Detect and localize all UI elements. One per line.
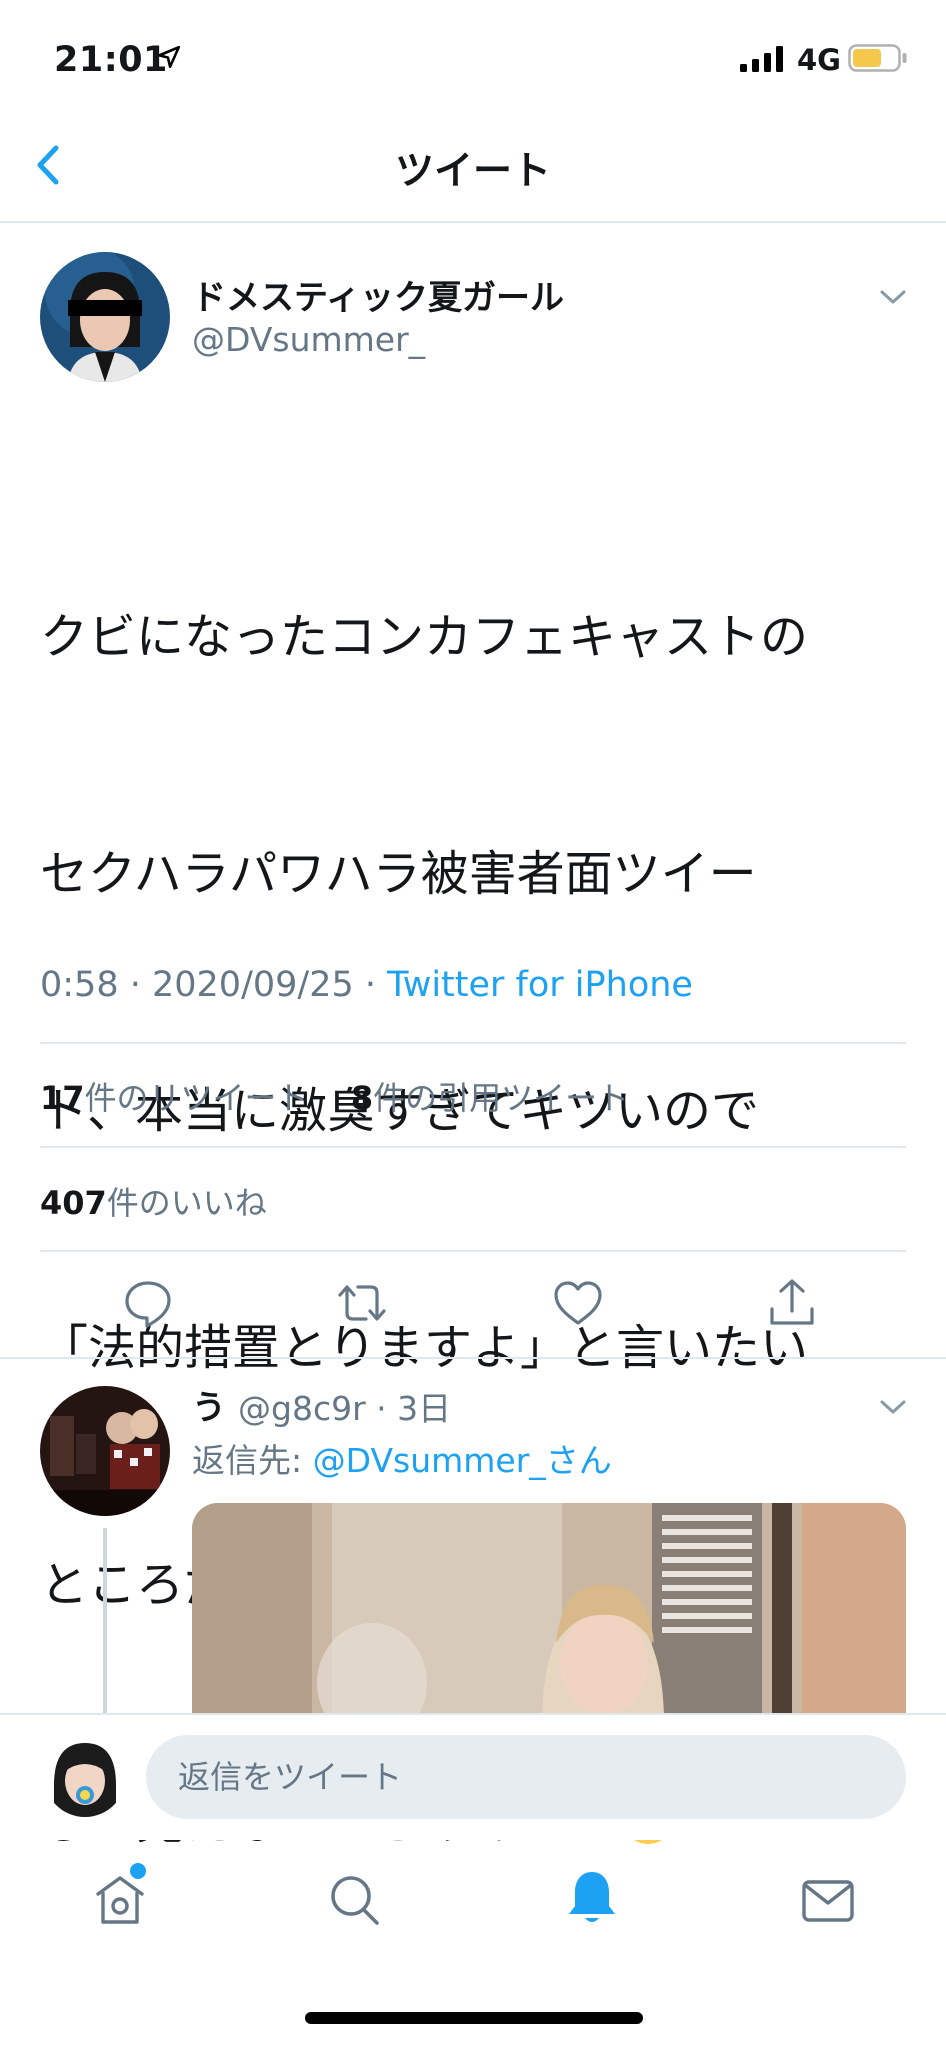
author-display-name[interactable]: ドメスティック夏ガール [192,270,564,319]
replying-to: 返信先: @DVsummer_さん [192,1434,612,1482]
battery-icon [848,44,907,72]
tweet-time: 0:58 [40,965,119,1005]
retweets-stat[interactable]: 17件のリツイート [40,1079,309,1117]
like-icon[interactable] [550,1275,606,1331]
author-handle[interactable]: @DVsummer_ [192,320,425,359]
network-type: 4G [797,43,841,77]
home-new-indicator [130,1863,146,1879]
reply-author-display-name[interactable]: う [192,1380,226,1429]
chevron-down-icon[interactable] [876,280,910,314]
signal-icon [740,46,783,72]
divider [40,1146,906,1148]
tweet-source-link[interactable]: Twitter for iPhone [387,965,693,1005]
status-time: 21:01 [54,40,168,80]
author-avatar[interactable] [40,252,170,382]
replying-to-mention[interactable]: @DVsummer_さん [313,1441,612,1480]
retweet-icon[interactable] [334,1275,390,1331]
retweets-label: 件のリツイート [84,1079,309,1117]
meta-separator: · [118,965,152,1005]
tweet-date: 2020/09/25 [152,965,354,1005]
likes-stat[interactable]: 407件のいいね [40,1178,267,1224]
quotes-label: 件の引用ツイート [373,1079,630,1117]
thread-line [103,1528,107,1718]
home-indicator [305,2012,643,2024]
page-title: ツイート [394,149,551,194]
notifications-bell-icon[interactable] [560,1866,624,1930]
section-divider [0,1357,946,1359]
reply-age: 3日 [397,1389,452,1428]
replying-to-label: 返信先: [192,1441,313,1480]
tweet-text-line: セクハラパワハラ被害者面ツイー [40,846,757,902]
meta-separator: · [353,965,388,1005]
reply-author-avatar[interactable] [40,1386,170,1516]
location-arrow-icon [157,45,181,69]
quotes-stat[interactable]: 8件の引用ツイート [351,1079,629,1117]
share-icon[interactable] [764,1275,820,1331]
quotes-count: 8 [350,1079,374,1117]
reply-icon[interactable] [120,1275,176,1331]
chevron-down-icon[interactable] [876,1390,910,1424]
likes-count: 407 [40,1184,107,1222]
divider [40,1250,906,1252]
messages-envelope-icon[interactable] [796,1868,860,1932]
reply-media-image[interactable] [192,1503,906,1718]
likes-label: 件のいいね [106,1184,267,1222]
retweets-count: 17 [40,1079,85,1117]
meta-separator: · [365,1389,398,1428]
reply-input[interactable] [146,1735,906,1819]
engagement-row: 17件のリツイート 8件の引用ツイート [40,1073,629,1119]
header-divider [0,221,946,223]
search-icon[interactable] [322,1868,386,1932]
tweet-text-line: クビになったコンカフェキャストの [40,609,809,665]
tweet-meta: 0:58 · 2020/09/25 · Twitter for iPhone [40,965,693,1005]
divider [40,1042,906,1044]
my-avatar[interactable] [44,1735,126,1817]
reply-author-handle[interactable]: @g8c9r [238,1389,366,1428]
reply-author-meta: @g8c9r · 3日 [238,1382,451,1430]
